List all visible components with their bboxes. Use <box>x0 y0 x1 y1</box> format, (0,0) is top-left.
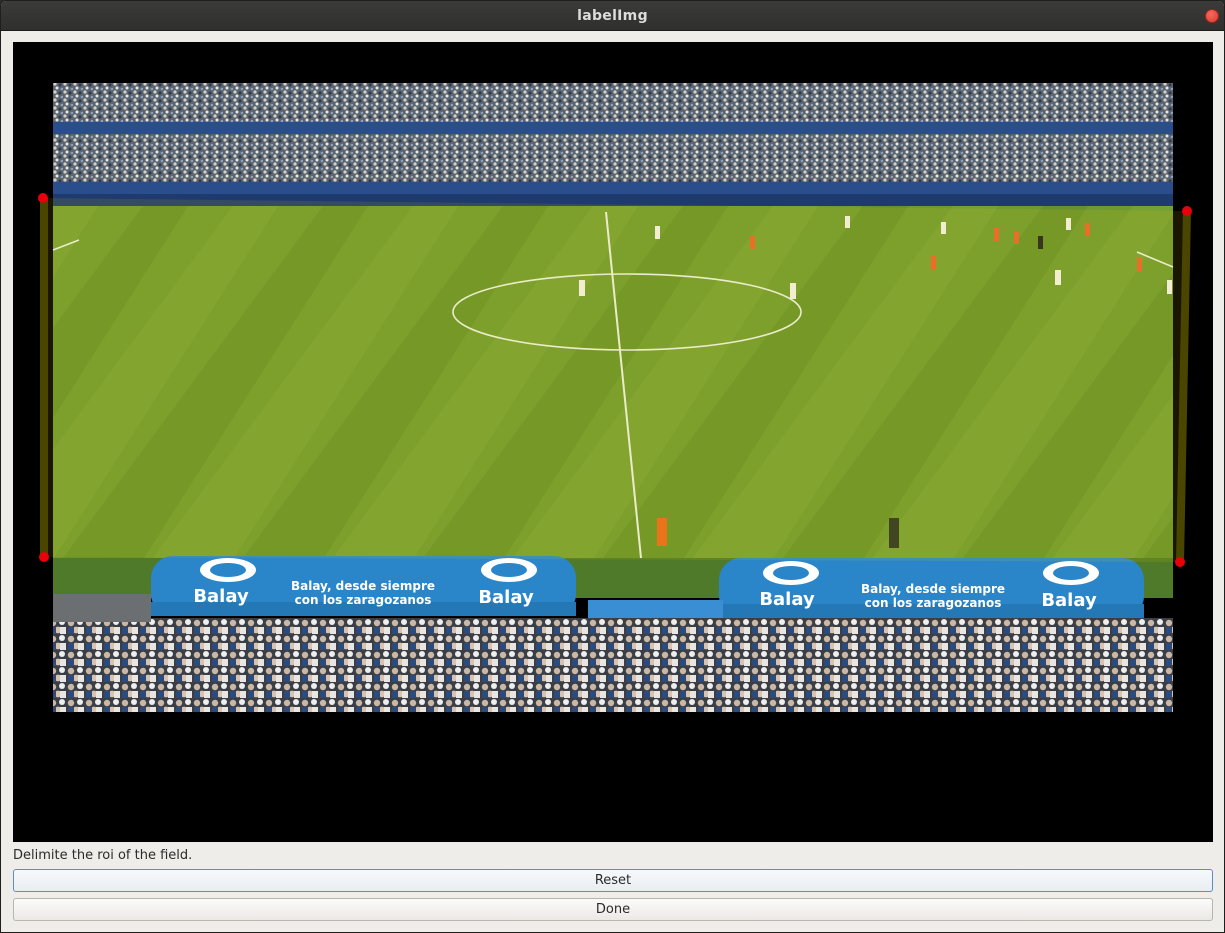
stand-banner-lower <box>53 182 1173 194</box>
ad-brand-text: Balay <box>1041 590 1097 611</box>
ad-slogan-line1: Balay, desde siempre <box>861 582 1005 596</box>
window-title: labelImg <box>577 8 648 24</box>
done-button[interactable]: Done <box>13 898 1213 921</box>
roi-point-bottom-left[interactable] <box>39 552 49 562</box>
ad-brand-text: Balay <box>478 587 534 608</box>
ad-slogan-line2: con los zaragozanos <box>865 596 1002 610</box>
image-canvas[interactable]: Balay Balay, desde siempre con los zarag… <box>13 42 1213 842</box>
instruction-label: Delimite the roi of the field. <box>13 848 193 863</box>
left-dugout: Balay Balay, desde siempre con los zarag… <box>151 556 576 616</box>
lower-stand-crowd <box>53 618 1173 712</box>
ad-brand-text: Balay <box>193 586 249 607</box>
roi-polygon <box>44 198 1187 562</box>
ad-brand-text: Balay <box>759 589 815 610</box>
title-bar[interactable]: labelImg <box>1 1 1224 31</box>
seat-rows-left <box>53 594 151 622</box>
roi-point-bottom-right[interactable] <box>1175 557 1185 567</box>
upper-stand <box>53 83 1173 198</box>
ad-slogan-line2: con los zaragozanos <box>295 593 432 607</box>
app-window: labelImg Balay Balay, desde siempre con … <box>0 0 1225 933</box>
ad-slogan-line1: Balay, desde siempre <box>291 579 435 593</box>
right-dugout: Balay Balay, desde siempre con los zarag… <box>719 558 1144 618</box>
roi-point-top-right[interactable] <box>1182 206 1192 216</box>
reset-button[interactable]: Reset <box>13 869 1213 892</box>
stand-banner-upper <box>53 122 1173 134</box>
stadium-image: Balay Balay, desde siempre con los zarag… <box>38 83 1192 712</box>
roi-point-top-left[interactable] <box>38 193 48 203</box>
close-window-icon[interactable] <box>1205 9 1219 23</box>
